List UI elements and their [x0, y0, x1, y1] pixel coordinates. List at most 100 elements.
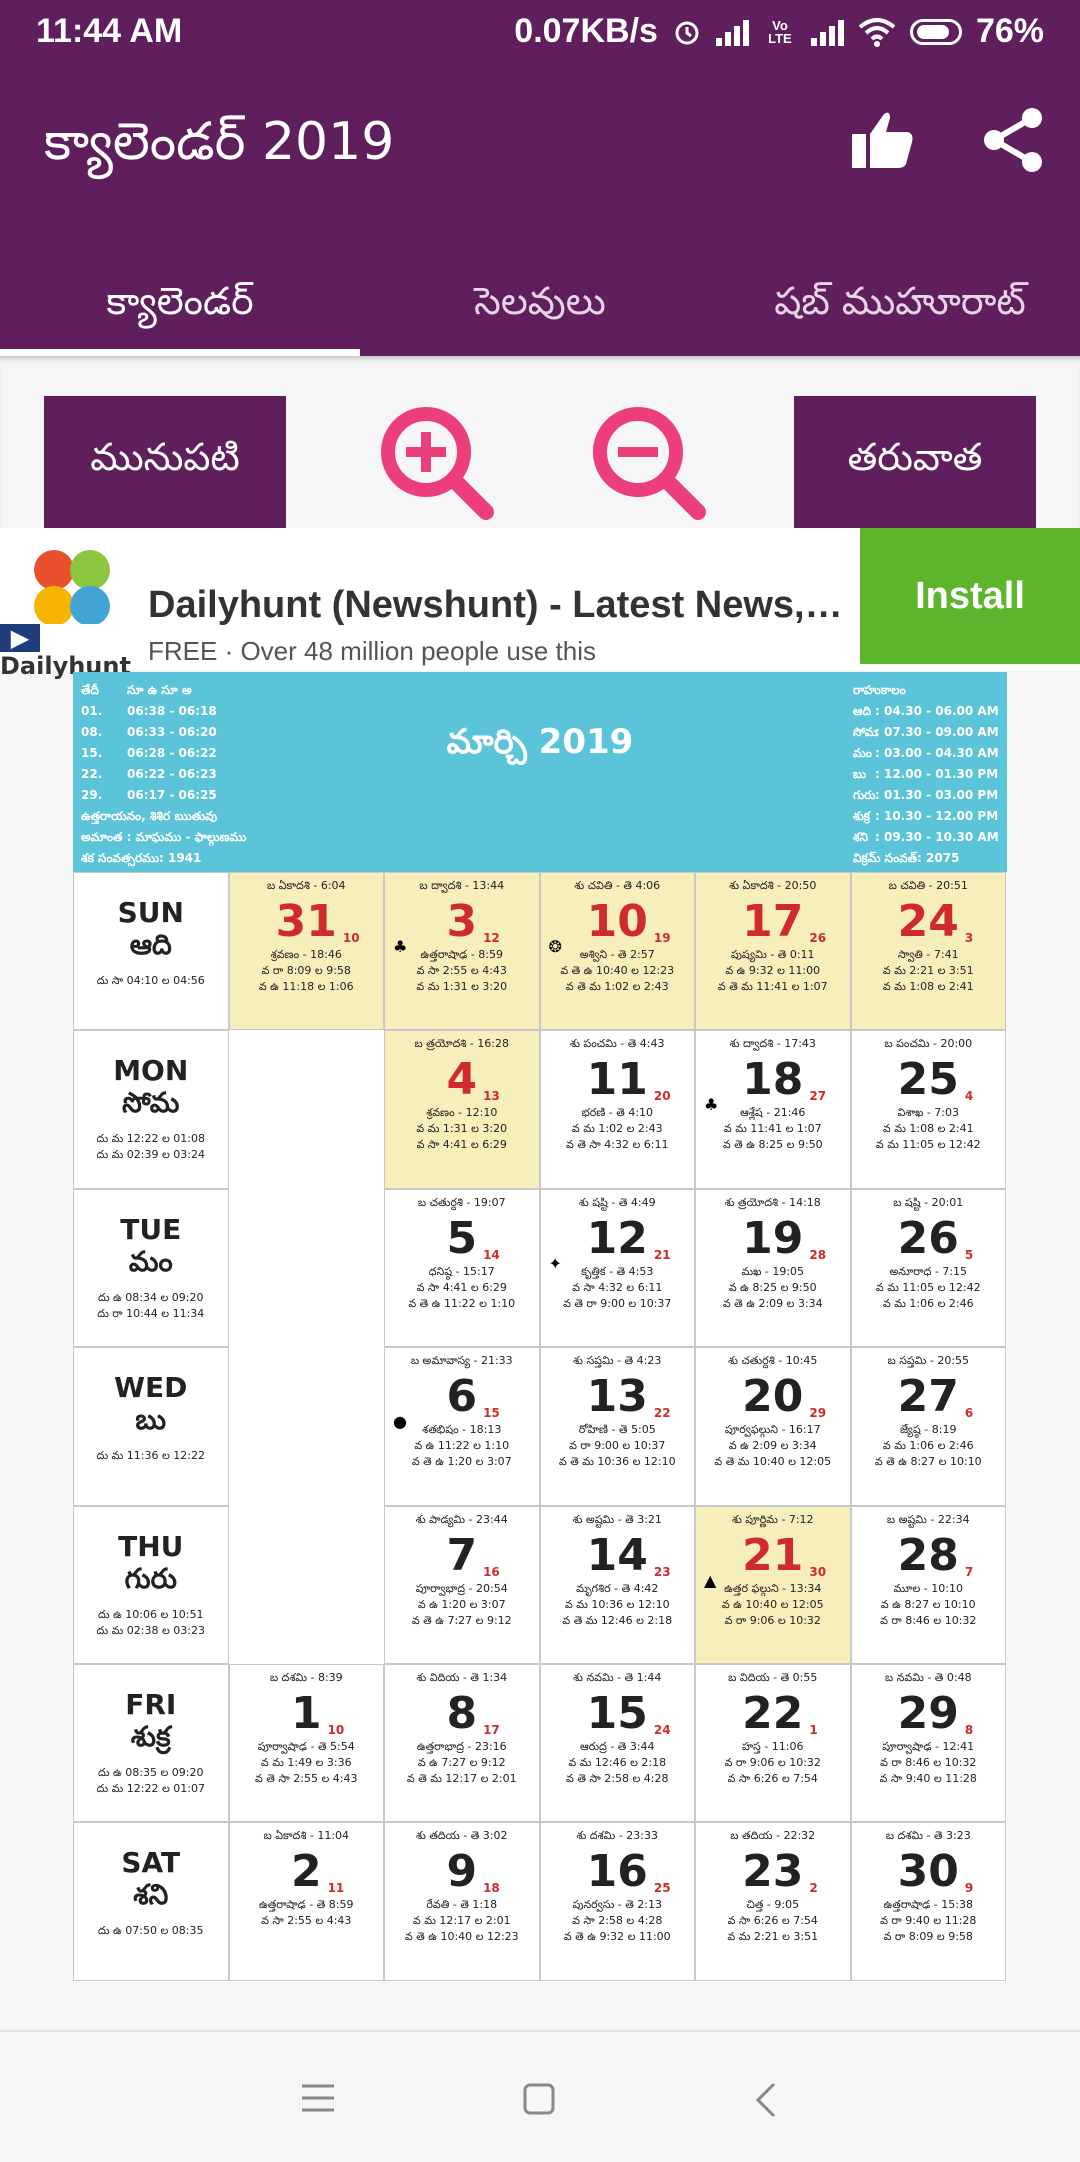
date-cell[interactable]: శు ఏకాదశి - 20:50 17 26 పుష్యమి - తె 0:11 వ … — [695, 872, 851, 1031]
date-cell[interactable]: బ చతుర్దశి - 19:07 5 14 ధనిష్ఠ - 15:17 వ సా … — [384, 1188, 540, 1348]
nakshatra-info: ధనిష్ఠ - 15:17 వ సా 4:41 ల 6:29 వ తె ఉ 11:… — [385, 1264, 539, 1312]
date-cell[interactable]: శు విదియ - తె 1:34 8 17 ఉత్తరాభాద్ర - 23:16… — [384, 1664, 540, 1823]
telugu-date: 29 — [809, 1406, 827, 1421]
date-cell[interactable]: శు షష్టి - తె 4:49 12 21 కృత్తిక - తె 4:53 వ… — [539, 1188, 695, 1348]
date-number: 31 10 — [230, 897, 384, 947]
date-cell[interactable]: శు నవమి - తె 1:44 15 24 ఆరుద్ర - తె 3:44 వ మ… — [539, 1664, 695, 1823]
date-cell[interactable]: శు పూర్ణిమ - 7:12 21 30 ఉత్తర ఫల్గుని - 13:… — [695, 1505, 851, 1664]
panchang-line: పూర్వాషాఢ - తె 5:54 — [257, 1740, 355, 1753]
sun-date: తేదీ — [81, 683, 99, 697]
vikram-samvat: విక్రమ్ సంవత్: 2075 — [853, 851, 960, 865]
date-cell[interactable]: శు పంచమి - తె 4:43 11 20 భరణి - తె 4:10 వ మ … — [539, 1030, 695, 1189]
date-cell[interactable]: బ ద్వాదశి - 13:44 3 12 ఉత్తరాషాఢ - 8:59 వ సా… — [384, 872, 540, 1031]
telugu-date: 13 — [483, 1089, 500, 1104]
zoom-out-icon[interactable] — [586, 400, 708, 522]
panchang-line: వ ఉ 10:40 ల 12:05 — [721, 1597, 824, 1611]
date-cell[interactable]: శు చవితి - తె 4:06 10 19 అశ్విని - తె 2:57 వ… — [539, 872, 695, 1031]
panchang-line: వ తె ఉ 9:32 ల 11:00 — [563, 1930, 671, 1944]
tithi: శు విదియ - తె 1:34 — [416, 1671, 508, 1684]
tithi: బ త్రయోదశి - 16:28 — [414, 1037, 509, 1051]
nakshatra-info: ఉత్తరాషాఢ - 15:38 వ రా 9:40 ల 11:28 వ రా 8… — [852, 1897, 1006, 1945]
weekday-en: TUE — [120, 1212, 182, 1246]
month-controls: మునుపటి తరువాత — [0, 356, 1080, 528]
telugu-date: 23 — [653, 1564, 671, 1579]
panchang-line: శ్రవణం - 18:46 — [270, 948, 342, 961]
weekday-te: బు — [135, 1403, 167, 1437]
date-cell[interactable]: బ విదియ - తె 0:55 22 1 హస్త - 11:06 వ రా 9:0… — [695, 1664, 851, 1823]
date-cell[interactable]: శు పాడ్యమి - 23:44 7 16 పూర్వాభాద్ర - 20:54… — [384, 1505, 540, 1664]
panchang-line: వ తె రా 9:00 ల 10:37 — [563, 1296, 672, 1310]
panchang-line: వ తె ఉ 2:09 ల 3:34 — [722, 1296, 823, 1310]
gregorian-date: 18 — [742, 1054, 804, 1106]
date-cell[interactable]: శు చతుర్దశి - 10:45 20 29 పూర్వఫల్గుని - 16… — [695, 1347, 851, 1506]
share-icon[interactable] — [978, 104, 1050, 176]
date-number: 27 6 — [852, 1372, 1006, 1422]
next-month-button[interactable]: తరువాత — [794, 396, 1036, 528]
date-cell[interactable]: బ నవమి - తె 0:48 29 8 పూర్వాషాఢ - 12:41 వ రా… — [850, 1664, 1006, 1823]
dailyhunt-logo — [34, 550, 110, 626]
durmuhurtam-time: దు మ 02:39 ల 03:24 — [96, 1148, 205, 1162]
install-button[interactable]: Install — [860, 528, 1080, 664]
panchang-line: వ తె ఉ 1:20 ల 3:07 — [411, 1455, 512, 1469]
date-cell[interactable]: బ దశమి - 8:39 1 10 పూర్వాషాఢ - తె 5:54 వ మ 1… — [228, 1664, 384, 1823]
zoom-in-icon[interactable] — [374, 400, 496, 522]
prev-month-button[interactable]: మునుపటి — [44, 396, 286, 528]
date-number: 2 11 — [230, 1847, 384, 1897]
date-cell[interactable]: బ చవితి - 20:51 24 3 స్వాతి - 7:41 వ మ 2:21 … — [850, 872, 1006, 1031]
tithi: బ షష్టి - 20:01 — [893, 1195, 964, 1209]
tithi: శు చతుర్దశి - 10:45 — [728, 1354, 818, 1368]
network-speed: 0.07KB/s — [514, 12, 658, 50]
gregorian-date: 17 — [742, 896, 804, 947]
date-cell[interactable]: బ ఏకాదశి - 6:04 31 10 శ్రవణం - 18:46 వ రా 8:… — [228, 872, 384, 1031]
durmuhurtam: దు ఉ 07:50 ల 08:35 — [74, 1923, 228, 1939]
date-number: 11 20 — [541, 1055, 695, 1105]
tab-calendar[interactable]: క్యాలెండర్ — [0, 246, 360, 356]
rahukalam-time: : 01.30 - 03.00 PM — [875, 788, 999, 802]
panchang-line: ఉత్తరాషాఢ - 15:38 — [883, 1898, 973, 1912]
nakshatra-info: చిత్త - 9:05 వ సా 6:26 ల 7:54 వ మ 2:21 ల 3… — [696, 1897, 850, 1945]
rahukalam-day: సోమ — [853, 725, 878, 739]
panchang-line: వ ఉ 1:20 ల 3:07 — [417, 1597, 506, 1611]
app-title: క్యాలెండర్ 2019 — [44, 112, 395, 172]
nakshatra-info: పుష్యమి - తె 0:11 వ ఉ 9:32 ల 11:00 వ తె మ … — [696, 947, 850, 995]
date-cell[interactable]: బ ఏకాదశి - 11:04 2 11 ఉత్తరాషాఢ - తె 8:59 వ … — [228, 1822, 384, 1981]
panchang-line: వ సా 2:55 ల 4:43 — [416, 964, 507, 977]
date-cell[interactable]: శు సప్తమి - తె 4:23 13 22 రోహిణి - తె 5:05 వ… — [539, 1347, 695, 1506]
rahukalam-row: శని: 09.30 - 10.30 AM — [853, 827, 999, 848]
calendar-grid: SUN ఆది దు సా 04:10 ల 04:56 MON సోమ దు మ 12:2… — [73, 872, 1007, 1982]
date-cell[interactable]: శు తదియ - తె 3:02 9 18 రేవతి - తె 1:18 వ మ 1… — [384, 1822, 540, 1981]
panchang-line: శ్రవణం - 12:10 — [426, 1106, 498, 1120]
date-cell[interactable]: శు ద్వాదశి - 17:43 18 27 ఆశ్లేష - 21:46 వ మ … — [695, 1030, 851, 1189]
date-cell[interactable]: శు త్రయోదశి - 14:18 19 28 మఖ - 19:05 వ ఉ 8:2… — [695, 1188, 851, 1348]
date-cell[interactable]: బ త్రయోదశి - 16:28 4 13 శ్రవణం - 12:10 వ మ 1… — [384, 1030, 540, 1189]
menu-icon[interactable] — [300, 2082, 336, 2114]
signal-icon-2 — [810, 18, 844, 46]
weekday-label-fri: FRI శుక్ర దు ఉ 08:35 ల 09:20 దు మ 12:22 ల 0… — [73, 1664, 229, 1823]
panchang-line: వ తె సా 2:55 ల 4:43 — [255, 1772, 358, 1785]
tab-bar: క్యాలెండర్ సెలవులు షబ్ ముహూరాట్ — [0, 246, 1080, 356]
tab-muhurat[interactable]: షబ్ ముహూరాట్ — [720, 246, 1080, 356]
weekday-en: FRI — [125, 1688, 177, 1721]
panchang-line: ధనిష్ఠ - 15:17 — [428, 1264, 495, 1278]
ad-banner[interactable]: ▶Dailyhunt Dailyhunt (Newshunt) - Latest… — [0, 528, 1080, 680]
date-cell[interactable]: బ షష్టి - 20:01 26 5 అనూరాధ - 7:15 వ మ 11:05… — [850, 1188, 1006, 1348]
date-cell[interactable]: బ తదియ - 22:32 23 2 చిత్త - 9:05 వ సా 6:26 ల… — [695, 1822, 851, 1981]
date-cell[interactable]: బ అమావాస్య - 21:33 6 15 శతభిషం - 18:13 వ ఉ 1… — [384, 1347, 540, 1506]
weekday-label-tue: TUE మం దు ఉ 08:34 ల 09:20 దు రా 10:44 ల 11:… — [73, 1188, 229, 1348]
tithi: బ పంచమి - 20:00 — [884, 1037, 973, 1051]
nakshatra-info: శ్రవణం - 18:46 వ రా 8:09 ల 9:58 వ ఉ 11:18 … — [230, 947, 384, 995]
date-cell[interactable]: శు దశమి - 23:33 16 25 పునర్వసు - తె 2:13 వ స… — [539, 1822, 695, 1981]
thumbs-up-icon[interactable] — [846, 104, 918, 176]
date-cell[interactable]: బ అష్టమి - 22:34 28 7 మూల - 10:10 వ ఉ 8:27 ల… — [850, 1505, 1006, 1664]
date-cell[interactable]: బ దశమి - తె 3:23 30 9 ఉత్తరాషాఢ - 15:38 వ రా… — [850, 1822, 1006, 1981]
back-chevron-icon[interactable] — [754, 2082, 778, 2118]
nakshatra-info: మూల - 10:10 వ ఉ 8:27 ల 10:10 వ రా 8:46 ల 1… — [852, 1581, 1006, 1629]
panchang-line: వ తె మ 1:02 ల 2:43 — [565, 980, 669, 993]
tab-holidays[interactable]: సెలవులు — [360, 246, 720, 356]
panchang-line: వ తె మ 10:40 ల 12:05 — [714, 1455, 832, 1469]
home-square-icon[interactable] — [522, 2082, 556, 2116]
date-cell[interactable]: బ పంచమి - 20:00 25 4 విశాఖ - 7:03 వ మ 1:08 ల… — [850, 1030, 1006, 1189]
ad-title[interactable]: Dailyhunt (Newshunt) - Latest News, V... — [148, 584, 848, 627]
date-cell[interactable]: శు అష్టమి - తె 3:21 14 23 మృగశిర - తె 4:42 వ… — [539, 1505, 695, 1664]
date-cell[interactable]: బ సప్తమి - 20:55 27 6 జ్యేష్ఠ - 8:19 వ మ 1:0… — [850, 1347, 1006, 1506]
